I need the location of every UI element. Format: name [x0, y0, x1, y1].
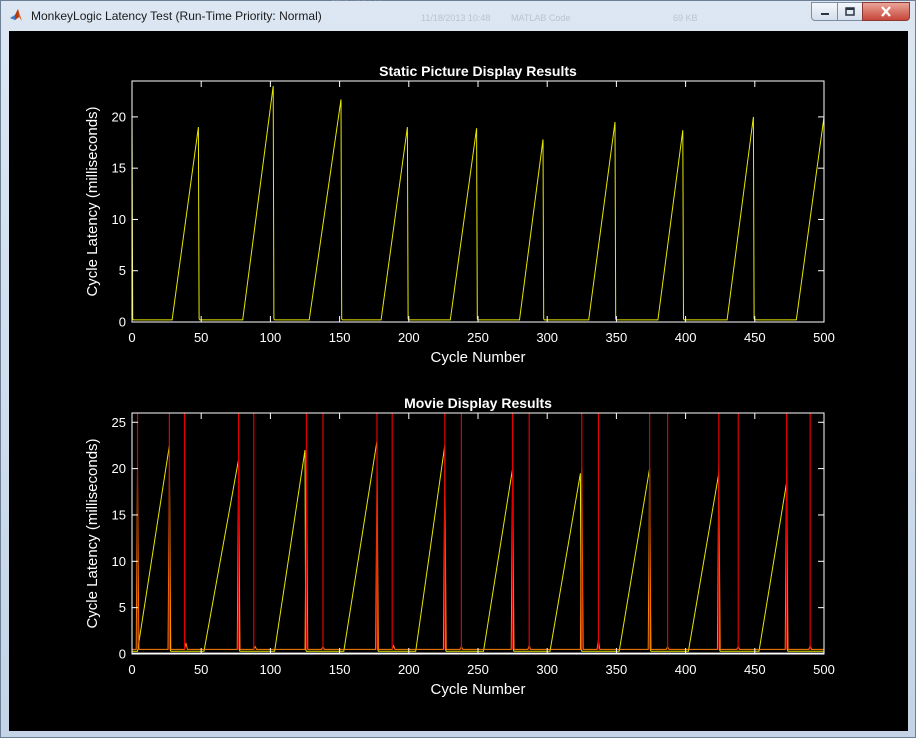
- x-tick-label: 250: [467, 662, 489, 677]
- x-tick-label: 450: [744, 330, 766, 345]
- x-tick-label: 400: [675, 662, 697, 677]
- y-tick-label: 25: [112, 415, 126, 430]
- matlab-logo-icon: [10, 9, 22, 21]
- y-tick-label: 10: [112, 212, 126, 227]
- y-tick-label: 20: [112, 461, 126, 476]
- y-tick-label: 15: [112, 507, 126, 522]
- x-tick-label: 450: [744, 662, 766, 677]
- app-window: MonkeyLogic Latency Test (Run-Time Prior…: [0, 0, 916, 738]
- x-axis-label: Cycle Number: [430, 349, 525, 366]
- y-axis-label: Cycle Latency (milliseconds): [84, 438, 101, 628]
- y-tick-label: 5: [119, 263, 126, 278]
- maximize-button[interactable]: [837, 2, 863, 21]
- static-picture-plot: 0 50 100 150 200 250 300 350 400 450 500 0 5 10 15 20 St…: [84, 63, 835, 366]
- x-tick-label: 500: [813, 330, 835, 345]
- x-tick-label: 0: [128, 330, 135, 345]
- y-tick-label: 0: [119, 647, 126, 662]
- x-tick-label: 100: [260, 662, 282, 677]
- background-ghost-text-1: 12:34:56 PM: [331, 0, 382, 19]
- axes-background: [132, 81, 824, 322]
- x-tick-label: 150: [329, 330, 351, 345]
- x-tick-label: 200: [398, 330, 420, 345]
- x-tick-label: 400: [675, 330, 697, 345]
- chart-title: Movie Display Results: [404, 395, 552, 411]
- x-tick-label: 100: [260, 330, 282, 345]
- figure-canvas: 0 50 100 150 200 250 300 350 400 450 500 0 5 10 15 20 St…: [9, 31, 908, 731]
- minimize-icon: [820, 12, 829, 15]
- x-tick-label: 150: [329, 662, 351, 677]
- x-tick-label: 300: [536, 662, 558, 677]
- x-tick-label: 350: [606, 662, 628, 677]
- y-tick-label: 0: [119, 315, 126, 330]
- title-bar[interactable]: MonkeyLogic Latency Test (Run-Time Prior…: [1, 0, 915, 31]
- y-tick-label: 5: [119, 600, 126, 615]
- minimize-button[interactable]: [811, 2, 838, 21]
- maximize-icon: [845, 7, 855, 16]
- x-tick-label: 250: [467, 330, 489, 345]
- close-icon: [881, 6, 891, 17]
- x-axis-label: Cycle Number: [430, 681, 525, 698]
- x-tick-label: 50: [194, 330, 208, 345]
- x-tick-label: 500: [813, 662, 835, 677]
- x-tick-label: 50: [194, 662, 208, 677]
- y-axis-label: Cycle Latency (milliseconds): [84, 106, 101, 296]
- window-title: MonkeyLogic Latency Test (Run-Time Prior…: [31, 9, 322, 23]
- figure-svg: 0 50 100 150 200 250 300 350 400 450 50005101520St…: [84, 63, 835, 698]
- close-button[interactable]: [862, 2, 910, 21]
- x-tick-label: 200: [398, 662, 420, 677]
- x-tick-label: 0: [128, 662, 135, 677]
- chart-title: Static Picture Display Results: [379, 63, 577, 79]
- y-tick-label: 20: [112, 109, 126, 124]
- movie-plot: 0 50 100 150 200 250 300 350 400 450 500 0 5 10 15 20 25…: [84, 395, 835, 698]
- x-tick-label: 350: [606, 330, 628, 345]
- y-tick-label: 15: [112, 161, 126, 176]
- x-tick-label: 300: [536, 330, 558, 345]
- y-tick-label: 10: [112, 554, 126, 569]
